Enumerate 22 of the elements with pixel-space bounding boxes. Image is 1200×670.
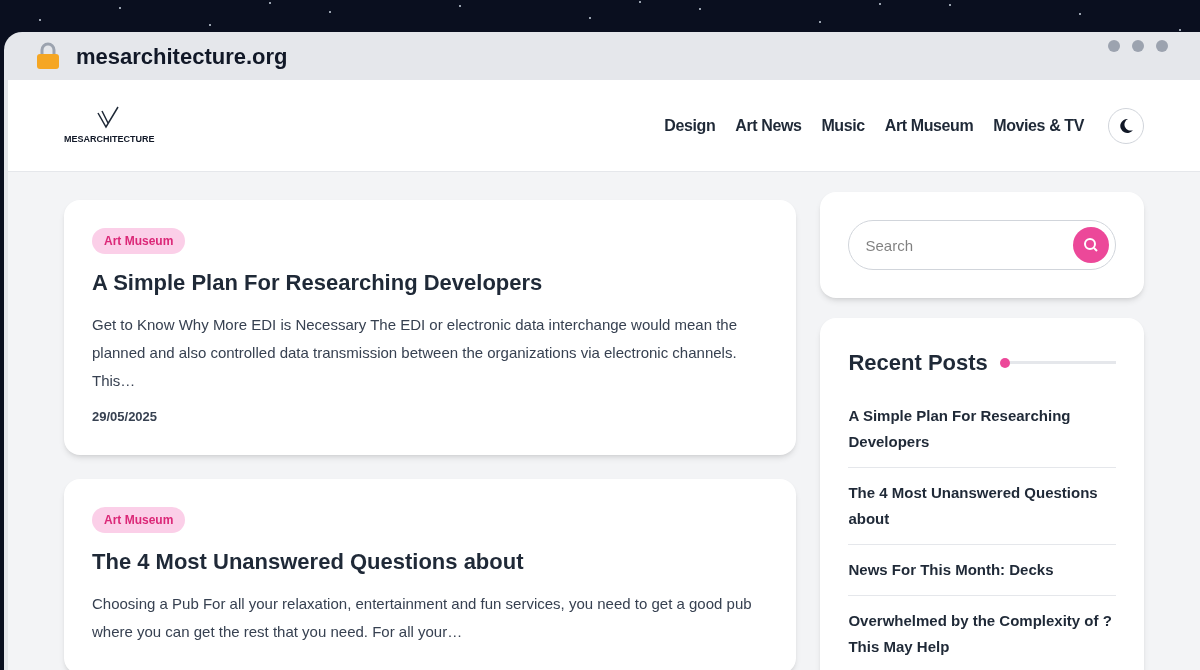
theme-toggle[interactable] <box>1108 107 1144 144</box>
post-date: 29/05/2025 <box>92 408 159 426</box>
section-title: Recent Posts <box>848 349 988 377</box>
nav-link[interactable]: Design <box>664 113 716 138</box>
recent-post-link[interactable]: A Simple Plan For Researching Developers <box>848 391 1116 467</box>
moon-icon <box>1118 117 1134 134</box>
post-excerpt: Choosing a Pub For all your relaxation, entertainment and fun services, you need to get a good pub where you can get the rest that you need. For all your… <box>92 593 753 642</box>
recent-post-link[interactable]: News For This Month: Decks <box>848 544 1116 595</box>
nav-link[interactable]: Art News <box>735 113 802 138</box>
address-url[interactable]: mesarchitecture.org <box>76 39 288 73</box>
nav-link[interactable]: Music <box>821 113 865 138</box>
nav-link[interactable]: Art Museum <box>884 113 974 138</box>
recent-post-link[interactable]: The 4 Most Unanswered Questions about <box>848 467 1116 544</box>
post-title[interactable]: A Simple Plan For Researching Developers <box>92 266 769 299</box>
logo-text[interactable]: MESARCHITECTURE <box>64 132 155 147</box>
nav-link[interactable]: Movies & TV <box>993 113 1084 138</box>
post-excerpt: Get to Know Why More EDI is Necessary The EDI or electronic data interchange would mean the planned and also controlled data transmission between the organizations via electronic channels. This… <box>92 315 739 391</box>
post-title[interactable]: The 4 Most Unanswered Questions about <box>92 544 769 578</box>
search-icon <box>1083 237 1099 253</box>
recent-post-link[interactable]: Overwhelmed by the Complexity of ? This May Help <box>848 595 1116 670</box>
search-field[interactable]: Search <box>848 220 1116 270</box>
lock-icon <box>36 42 60 70</box>
